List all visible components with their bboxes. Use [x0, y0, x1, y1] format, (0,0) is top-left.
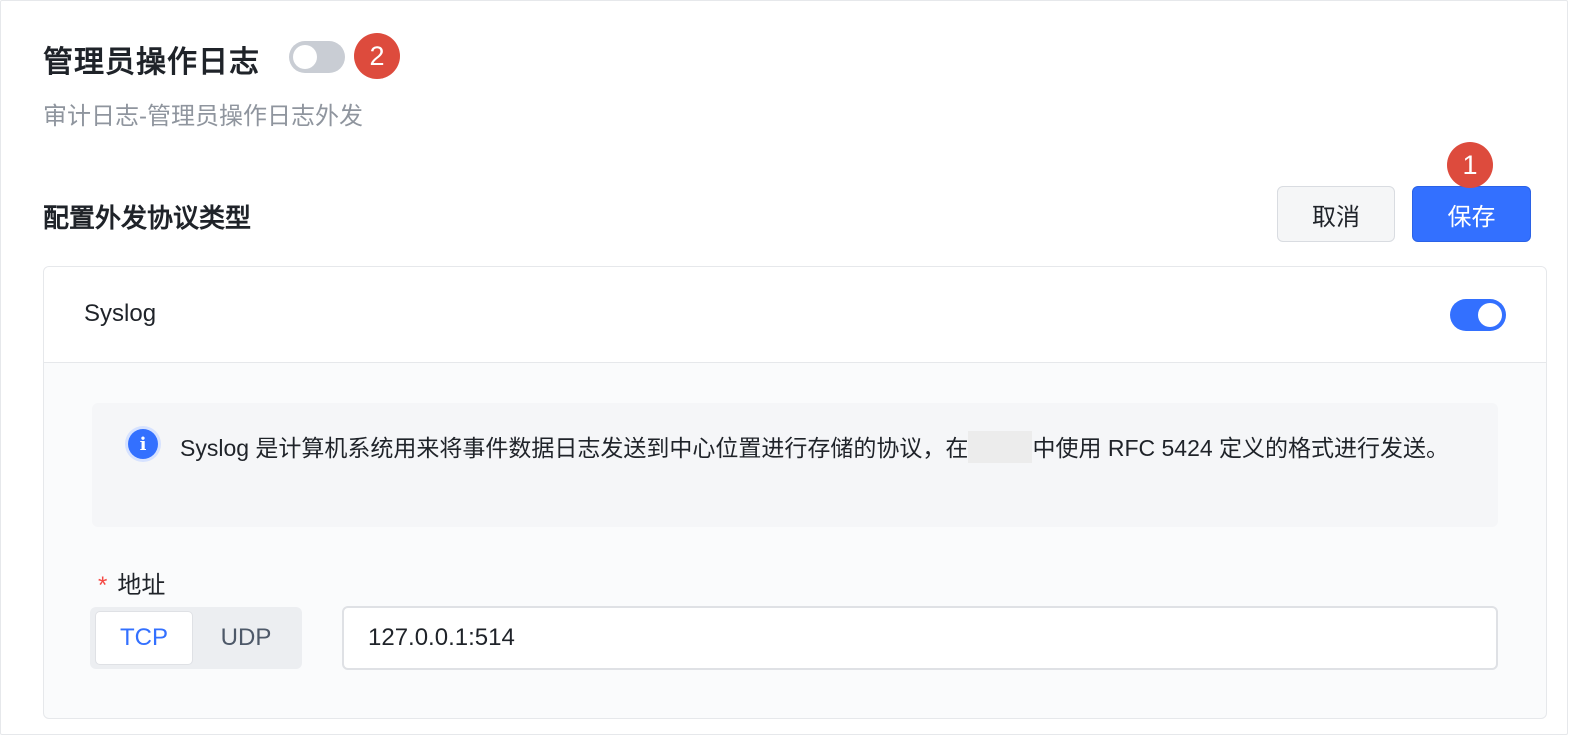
info-text: Syslog 是计算机系统用来将事件数据日志发送到中心位置进行存储的协议，在 中使…: [180, 425, 1470, 471]
transport-selector: TCP UDP: [90, 607, 302, 669]
syslog-card-header: Syslog: [44, 267, 1546, 363]
info-icon: i: [128, 429, 158, 459]
info-text-part-2: 中使用 RFC 5424 定义的格式进行发送。: [1032, 435, 1450, 461]
toggle-knob: [293, 45, 317, 69]
save-button[interactable]: 保存: [1412, 186, 1531, 242]
required-mark: *: [98, 572, 108, 599]
admin-log-toggle[interactable]: [289, 41, 345, 73]
annotation-badge-2: 2: [354, 33, 400, 79]
info-banner: i Syslog 是计算机系统用来将事件数据日志发送到中心位置进行存储的协议，在…: [92, 403, 1498, 527]
cancel-button[interactable]: 取消: [1277, 186, 1395, 242]
info-text-part-1: Syslog 是计算机系统用来将事件数据日志发送到中心位置进行存储的协议，在: [180, 435, 969, 461]
annotation-badge-1: 1: [1447, 142, 1493, 188]
redacted-text: [968, 430, 1033, 463]
transport-option-udp[interactable]: UDP: [196, 611, 296, 665]
page-title: 管理员操作日志: [43, 46, 260, 79]
address-label: * 地址: [98, 565, 165, 600]
syslog-card: Syslog i Syslog 是计算机系统用来将事件数据日志发送到中心位置进行…: [43, 266, 1547, 719]
syslog-toggle[interactable]: [1450, 299, 1506, 331]
transport-option-tcp[interactable]: TCP: [95, 611, 193, 665]
page-subtitle: 审计日志-管理员操作日志外发: [43, 103, 363, 130]
address-input[interactable]: [342, 606, 1498, 670]
toggle-knob: [1478, 303, 1502, 327]
address-label-text: 地址: [117, 572, 166, 599]
section-title: 配置外发协议类型: [43, 203, 252, 233]
settings-panel: 管理员操作日志 2 审计日志-管理员操作日志外发 配置外发协议类型 取消 保存 …: [0, 0, 1568, 735]
protocol-name: Syslog: [84, 300, 157, 327]
